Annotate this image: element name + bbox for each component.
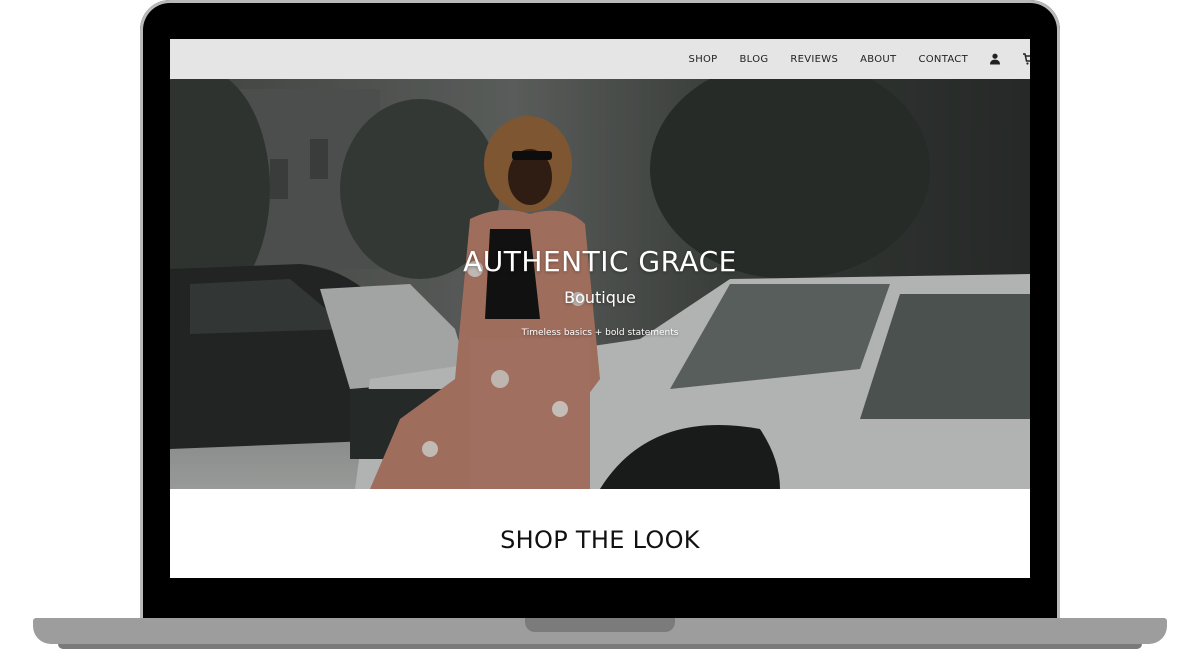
nav-item-blog[interactable]: BLOG [740, 54, 769, 65]
laptop-notch [525, 618, 675, 632]
nav-item-contact[interactable]: CONTACT [918, 54, 968, 65]
website-screen: SHOP BLOG REVIEWS ABOUT CONTACT AUTHENTI… [170, 39, 1030, 578]
laptop-base-shadow [58, 644, 1142, 649]
hero-title: AUTHENTIC GRACE [463, 245, 737, 278]
hero-banner: AUTHENTIC GRACE Boutique Timeless basics… [170, 79, 1030, 489]
nav-item-shop[interactable]: SHOP [689, 54, 718, 65]
hero-text: AUTHENTIC GRACE Boutique Timeless basics… [170, 79, 1030, 489]
cart-icon[interactable] [1022, 52, 1030, 66]
nav-links: SHOP BLOG REVIEWS ABOUT CONTACT [667, 39, 1030, 79]
top-navbar: SHOP BLOG REVIEWS ABOUT CONTACT [170, 39, 1030, 79]
hero-subtitle: Boutique [564, 288, 636, 307]
hero-tagline: Timeless basics + bold statements [521, 328, 679, 338]
shop-the-look-heading: SHOP THE LOOK [500, 526, 700, 554]
nav-item-about[interactable]: ABOUT [860, 54, 896, 65]
nav-item-reviews[interactable]: REVIEWS [790, 54, 838, 65]
account-icon[interactable] [988, 52, 1002, 66]
